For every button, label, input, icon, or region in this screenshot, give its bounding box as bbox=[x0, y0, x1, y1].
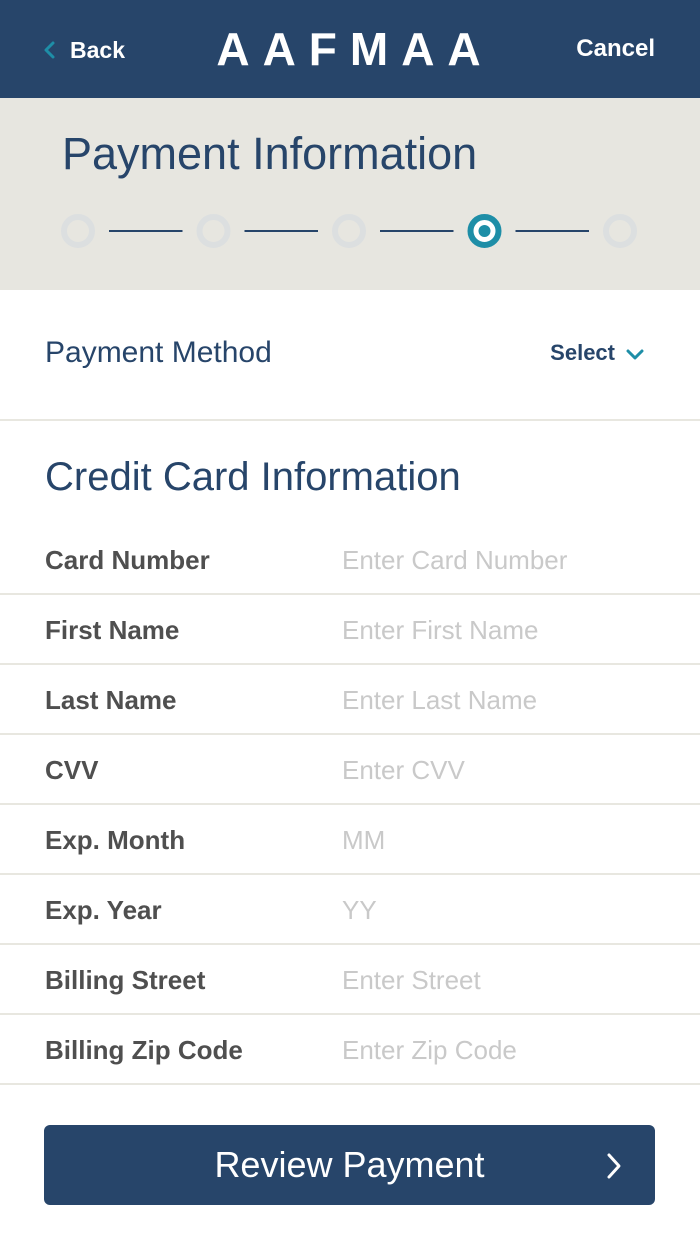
form-row: First Name bbox=[0, 595, 700, 665]
field-input[interactable] bbox=[342, 818, 662, 862]
top-navbar: Back AAFMAA Cancel bbox=[0, 0, 700, 98]
field-label: Exp. Month bbox=[45, 825, 186, 855]
form-row: Card Number bbox=[0, 525, 700, 595]
step-indicator bbox=[332, 214, 366, 248]
review-payment-button[interactable]: Review Payment bbox=[44, 1125, 655, 1205]
credit-card-section-title: Credit Card Information bbox=[45, 455, 461, 499]
step-indicator bbox=[603, 214, 637, 248]
chevron-right-icon bbox=[607, 1153, 621, 1179]
form-row: Billing Zip Code bbox=[0, 1015, 700, 1085]
review-payment-label: Review Payment bbox=[214, 1144, 485, 1185]
form-row: Exp. Year bbox=[0, 875, 700, 945]
field-label: First Name bbox=[45, 615, 180, 645]
payment-method-row: Payment Method Select bbox=[0, 290, 700, 421]
payment-method-label: Payment Method bbox=[45, 336, 272, 369]
field-input[interactable] bbox=[342, 1028, 662, 1072]
field-label: Last Name bbox=[45, 685, 177, 715]
field-input[interactable] bbox=[342, 958, 662, 1002]
progress-stepper bbox=[61, 214, 637, 248]
select-label: Select bbox=[550, 340, 615, 365]
field-input[interactable] bbox=[342, 678, 662, 722]
form-row: Last Name bbox=[0, 665, 700, 735]
field-input[interactable] bbox=[342, 888, 662, 932]
field-label: CVV bbox=[45, 755, 99, 785]
payment-method-select[interactable]: Select bbox=[550, 340, 645, 366]
step-indicator bbox=[196, 214, 231, 248]
form-row: Exp. Month bbox=[0, 805, 700, 875]
step-indicator-dot bbox=[478, 225, 491, 237]
field-label: Exp. Year bbox=[45, 895, 162, 925]
cancel-button[interactable]: Cancel bbox=[576, 35, 655, 63]
field-label: Billing Street bbox=[45, 965, 206, 995]
field-input[interactable] bbox=[342, 538, 662, 582]
field-label: Billing Zip Code bbox=[45, 1035, 243, 1065]
field-label: Card Number bbox=[45, 545, 210, 575]
page-header: Payment Information bbox=[0, 98, 700, 290]
step-indicator bbox=[61, 214, 95, 248]
form-row: Billing Street bbox=[0, 945, 700, 1015]
field-input[interactable] bbox=[342, 608, 662, 652]
chevron-down-icon bbox=[626, 349, 644, 360]
form-row: CVV bbox=[0, 735, 700, 805]
field-input[interactable] bbox=[342, 748, 662, 792]
